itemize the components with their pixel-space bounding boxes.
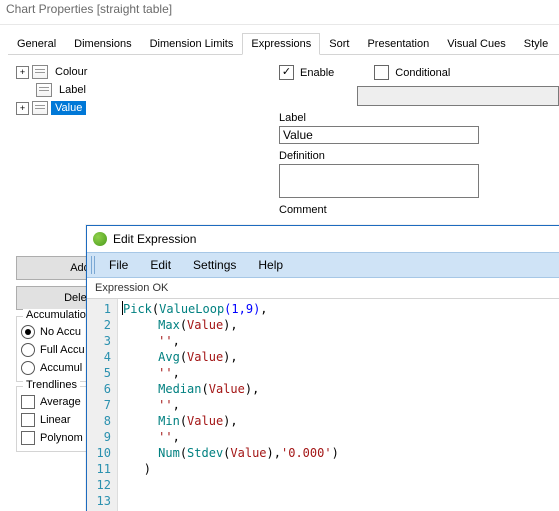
window-title: Chart Properties [straight table] xyxy=(0,0,559,25)
conditional-label: Conditional xyxy=(395,67,450,79)
tab-bar: General Dimensions Dimension Limits Expr… xyxy=(8,33,559,55)
opt-label: Linear xyxy=(40,414,71,426)
tab-general[interactable]: General xyxy=(8,33,65,55)
checkbox-icon xyxy=(21,395,35,409)
radio-icon xyxy=(21,325,35,339)
menu-file[interactable]: File xyxy=(99,256,138,274)
expand-icon[interactable]: + xyxy=(16,102,29,115)
edit-expression-window: Edit Expression File Edit Settings Help … xyxy=(86,225,559,511)
conditional-input[interactable] xyxy=(357,86,559,106)
expression-tree[interactable]: + Colour Label + Value xyxy=(16,63,279,218)
ee-titlebar[interactable]: Edit Expression xyxy=(87,226,559,252)
tab-presentation[interactable]: Presentation xyxy=(358,33,438,55)
table-icon xyxy=(32,65,48,79)
ee-title-text: Edit Expression xyxy=(113,232,196,246)
opt-label: Accumul xyxy=(40,362,82,374)
group-title: Accumulatio xyxy=(23,309,89,321)
tree-item-label[interactable]: Label xyxy=(16,81,279,99)
opt-label: Average xyxy=(40,396,81,408)
tree-label: Label xyxy=(55,83,90,97)
comment-label: Comment xyxy=(279,204,559,216)
tree-label: Value xyxy=(51,101,86,115)
tab-visual-cues[interactable]: Visual Cues xyxy=(438,33,515,55)
tab-style[interactable]: Style xyxy=(515,33,557,55)
label-input[interactable]: Value xyxy=(279,126,479,144)
code-editor[interactable]: Pick(ValueLoop(1,9), Max(Value), '', Avg… xyxy=(118,299,559,511)
definition-label: Definition xyxy=(279,150,559,162)
ee-status: Expression OK xyxy=(87,278,559,298)
definition-input[interactable] xyxy=(279,164,479,198)
conditional-checkbox[interactable] xyxy=(374,65,389,80)
table-icon xyxy=(32,101,48,115)
expand-icon[interactable]: + xyxy=(16,66,29,79)
menu-settings[interactable]: Settings xyxy=(183,256,246,274)
ee-menubar: File Edit Settings Help xyxy=(87,252,559,278)
label-label: Label xyxy=(279,112,559,124)
tree-item-colour[interactable]: + Colour xyxy=(16,63,279,81)
opt-label: Polynom xyxy=(40,432,83,444)
opt-label: No Accu xyxy=(40,326,81,338)
tab-dimensions[interactable]: Dimensions xyxy=(65,33,140,55)
table-icon xyxy=(36,83,52,97)
grip-icon xyxy=(91,256,97,274)
app-icon xyxy=(93,232,107,246)
enable-checkbox[interactable]: ✓ xyxy=(279,65,294,80)
menu-help[interactable]: Help xyxy=(248,256,293,274)
tree-label: Colour xyxy=(51,65,91,79)
tab-dimension-limits[interactable]: Dimension Limits xyxy=(141,33,243,55)
radio-icon xyxy=(21,343,35,357)
tree-item-value[interactable]: + Value xyxy=(16,99,279,117)
line-gutter: 12345678910111213 xyxy=(87,299,118,511)
tab-expressions[interactable]: Expressions xyxy=(242,33,320,55)
tab-sort[interactable]: Sort xyxy=(320,33,358,55)
enable-label: Enable xyxy=(300,67,334,79)
radio-icon xyxy=(21,361,35,375)
checkbox-icon xyxy=(21,431,35,445)
opt-label: Full Accu xyxy=(40,344,85,356)
menu-edit[interactable]: Edit xyxy=(140,256,181,274)
checkbox-icon xyxy=(21,413,35,427)
group-title: Trendlines xyxy=(23,379,80,391)
